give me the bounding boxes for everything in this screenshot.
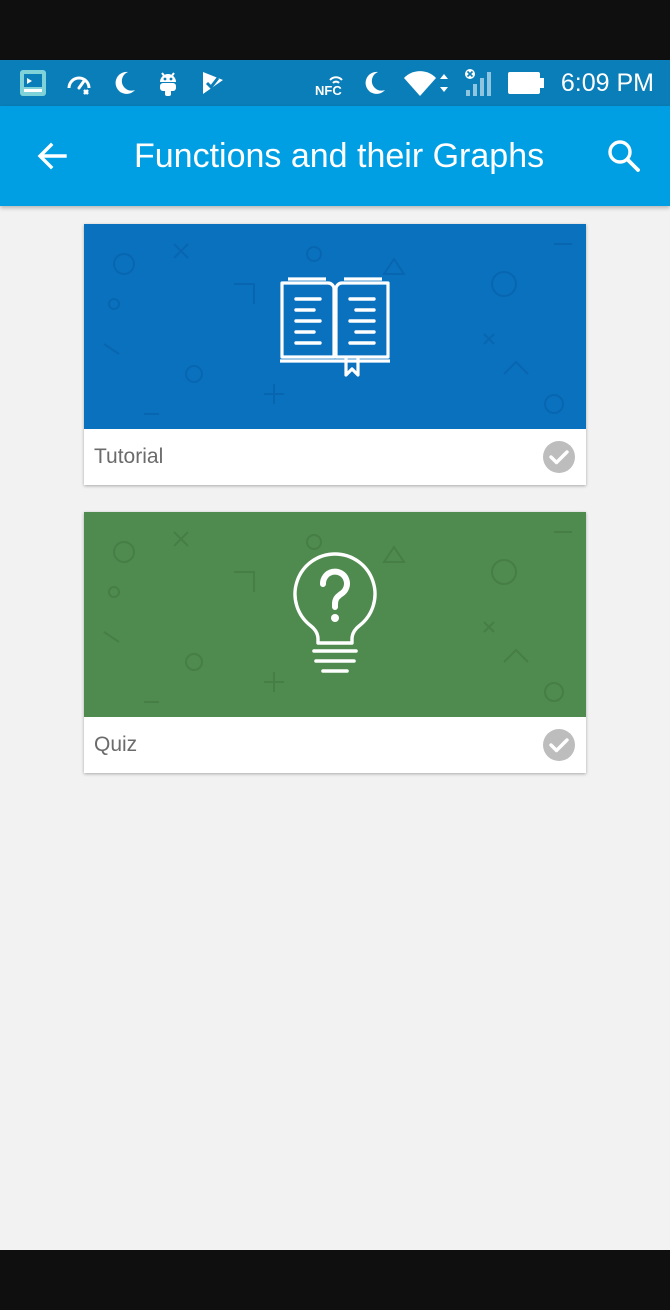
tutorial-card[interactable]: Tutorial bbox=[84, 224, 586, 485]
checkmark-flag-icon bbox=[203, 72, 223, 94]
app-bar: Functions and their Graphs bbox=[0, 106, 670, 206]
check-circle-icon bbox=[543, 729, 575, 761]
tutorial-banner bbox=[84, 224, 586, 429]
moon-icon bbox=[365, 71, 385, 94]
lightbulb-question-icon bbox=[293, 551, 377, 673]
nfc-icon: NFC bbox=[315, 76, 343, 98]
quiz-card[interactable]: Quiz bbox=[84, 512, 586, 773]
android-icon bbox=[160, 72, 176, 96]
signal-icon bbox=[465, 69, 491, 96]
tutorial-label: Tutorial bbox=[94, 445, 164, 468]
search-icon bbox=[608, 140, 640, 172]
open-book-icon bbox=[280, 276, 390, 377]
tutorial-footer: Tutorial bbox=[84, 429, 586, 485]
wifi-icon bbox=[404, 71, 448, 96]
page-title: Functions and their Graphs bbox=[134, 137, 545, 175]
check-circle-icon bbox=[543, 441, 575, 473]
bottom-black-bar bbox=[0, 1250, 670, 1310]
battery-icon bbox=[508, 72, 544, 94]
search-button[interactable] bbox=[598, 130, 650, 182]
status-time: 6:09 PM bbox=[560, 69, 654, 97]
status-bar: NFC 6:09 PM bbox=[0, 60, 670, 106]
quiz-footer: Quiz bbox=[84, 717, 586, 773]
quiz-label: Quiz bbox=[94, 733, 138, 756]
back-button[interactable] bbox=[26, 130, 78, 182]
arrow-left-icon bbox=[37, 142, 67, 170]
content-area: Tutorial Quiz bbox=[0, 206, 670, 1250]
screen-cast-icon bbox=[20, 70, 46, 96]
quiz-banner bbox=[84, 512, 586, 717]
svg-text:NFC: NFC bbox=[315, 83, 342, 98]
moon-icon bbox=[115, 71, 135, 94]
speed-icon bbox=[67, 76, 91, 95]
top-black-bar bbox=[0, 0, 670, 60]
